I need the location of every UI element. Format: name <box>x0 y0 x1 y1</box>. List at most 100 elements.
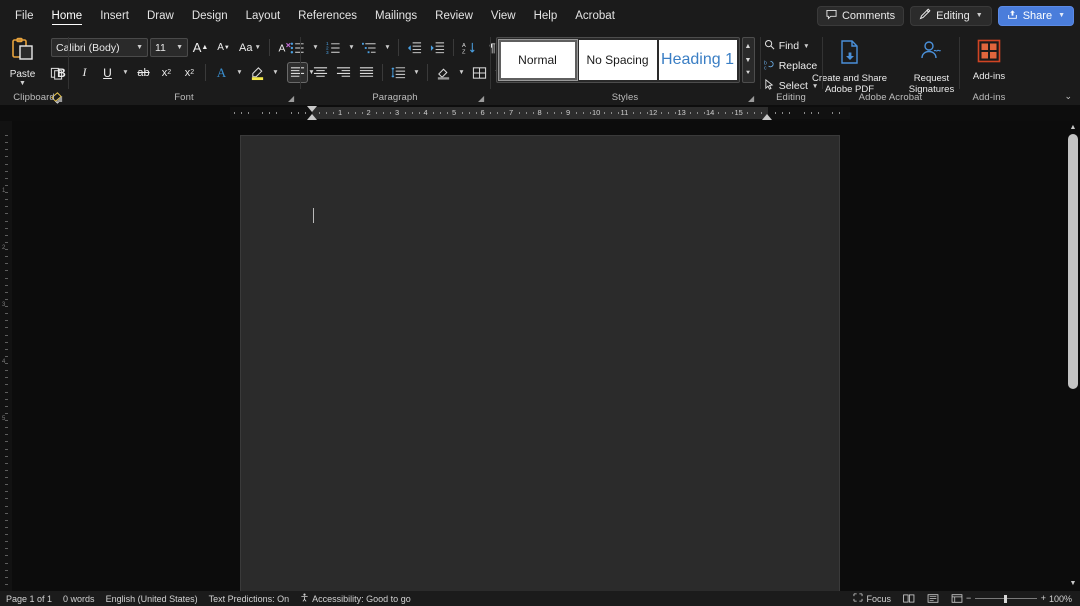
style-tile-normal[interactable]: Normal <box>497 39 578 81</box>
font-size-combobox[interactable]: 11 ▼ <box>150 38 188 57</box>
line-spacing-dropdown[interactable]: ▼ <box>411 62 422 83</box>
scroll-up-icon[interactable]: ▲ <box>1068 123 1078 133</box>
addins-button[interactable]: Add-ins <box>965 36 1013 82</box>
text-effects-dropdown[interactable]: ▼ <box>234 62 245 83</box>
vertical-ruler-minor-tick <box>5 448 8 450</box>
superscript-button[interactable]: x2 <box>179 62 200 83</box>
grow-font-button[interactable]: A ▲ <box>190 37 211 58</box>
bold-button[interactable]: B <box>51 62 72 83</box>
collapse-ribbon-icon[interactable]: ⌄ <box>1064 91 1072 102</box>
vertical-ruler-minor-tick <box>5 441 8 443</box>
scroll-down-icon[interactable]: ▼ <box>1068 579 1078 589</box>
editing-mode-button[interactable]: Editing ▼ <box>910 5 992 26</box>
zoom-level[interactable]: 100% <box>1049 594 1072 604</box>
italic-button[interactable]: I <box>74 62 95 83</box>
chevron-down-icon: ▼ <box>272 69 279 76</box>
change-case-button[interactable]: Aa ▼ <box>236 37 264 58</box>
paste-button[interactable]: Paste ▼ <box>2 36 44 87</box>
align-left-button[interactable] <box>287 62 308 83</box>
styles-scroll-down-icon[interactable]: ▼ <box>743 53 754 67</box>
focus-button[interactable]: Focus <box>853 593 891 604</box>
first-line-indent-marker[interactable] <box>307 106 317 112</box>
tab-acrobat[interactable]: Acrobat <box>566 0 624 31</box>
tab-insert-label: Insert <box>100 9 129 22</box>
tab-draw[interactable]: Draw <box>138 0 183 31</box>
web-layout-button[interactable] <box>951 594 963 603</box>
page-indicator[interactable]: Page 1 of 1 <box>6 594 52 604</box>
underline-dropdown[interactable]: ▼ <box>120 62 131 83</box>
multilevel-list-dropdown[interactable]: ▼ <box>382 37 393 58</box>
zoom-knob[interactable] <box>1003 594 1007 603</box>
underline-button[interactable]: U <box>97 62 118 83</box>
language-indicator[interactable]: English (United States) <box>106 594 198 604</box>
bullets-button[interactable] <box>287 37 308 58</box>
numbering-dropdown[interactable]: ▼ <box>346 37 357 58</box>
styles-more-icon[interactable]: ⯆ <box>743 67 754 81</box>
numbering-button[interactable]: 123 <box>323 37 344 58</box>
share-button[interactable]: Share ▼ <box>997 5 1074 26</box>
read-mode-button[interactable] <box>903 594 915 603</box>
zoom-out-icon[interactable]: − <box>966 593 971 603</box>
left-indent-marker[interactable] <box>307 114 317 120</box>
chevron-down-icon[interactable]: ▼ <box>19 80 26 87</box>
tab-review[interactable]: Review <box>426 0 482 31</box>
align-center-button[interactable] <box>310 62 331 83</box>
decrease-indent-button[interactable] <box>404 37 425 58</box>
sort-button[interactable]: AZ <box>459 37 480 58</box>
find-button[interactable]: Find ▼ <box>761 37 813 55</box>
ruler-tick-label: 7 <box>509 108 514 117</box>
style-tile-no-spacing[interactable]: No Spacing <box>578 40 657 80</box>
subscript-button[interactable]: x2 <box>156 62 177 83</box>
tab-layout-label: Layout <box>245 9 281 22</box>
borders-button[interactable] <box>469 62 490 83</box>
document-page[interactable] <box>240 135 840 606</box>
shading-button[interactable] <box>433 62 454 83</box>
highlight-color-button[interactable] <box>247 62 268 83</box>
zoom-slider[interactable]: − + <box>966 593 1046 604</box>
horizontal-ruler[interactable]: 1 2 3 4 5 6 7 8 9 10 11 12 13 14 15 <box>0 105 1080 121</box>
ruler-minor-tick <box>803 112 805 114</box>
multilevel-list-button[interactable] <box>359 37 380 58</box>
increase-indent-button[interactable] <box>427 37 448 58</box>
ruler-minor-tick <box>247 112 249 114</box>
ruler-minor-tick <box>376 112 378 114</box>
highlight-dropdown[interactable]: ▼ <box>270 62 281 83</box>
line-spacing-button[interactable] <box>388 62 409 83</box>
tab-design[interactable]: Design <box>183 0 237 31</box>
shrink-font-button[interactable]: A ▼ <box>213 37 234 58</box>
tab-help[interactable]: Help <box>525 0 567 31</box>
word-count[interactable]: 0 words <box>63 594 95 604</box>
tab-mailings[interactable]: Mailings <box>366 0 426 31</box>
vertical-ruler[interactable]: 1 2 3 4 5 <box>0 121 12 591</box>
style-tile-heading-1[interactable]: Heading 1 <box>658 40 737 80</box>
text-predictions-indicator[interactable]: Text Predictions: On <box>209 594 290 604</box>
shading-dropdown[interactable]: ▼ <box>456 62 467 83</box>
status-bar-left: Page 1 of 1 0 words English (United Stat… <box>0 593 411 604</box>
pdf-share-icon <box>837 39 863 70</box>
tab-layout[interactable]: Layout <box>237 0 290 31</box>
comments-button[interactable]: Comments <box>816 5 905 26</box>
font-name-combobox[interactable]: Calibri (Body) ▼ <box>51 38 148 57</box>
tab-view[interactable]: View <box>482 0 525 31</box>
tab-file[interactable]: File <box>6 0 43 31</box>
tab-insert[interactable]: Insert <box>91 0 138 31</box>
vertical-scrollbar[interactable]: ▲ ▼ <box>1066 121 1080 591</box>
right-indent-marker[interactable] <box>762 114 772 120</box>
text-effects-button[interactable]: A <box>211 62 232 83</box>
print-layout-button[interactable] <box>927 594 939 603</box>
create-and-share-pdf-button[interactable]: Create and Share Adobe PDF <box>811 36 889 95</box>
zoom-in-icon[interactable]: + <box>1041 593 1046 603</box>
styles-dialog-launcher-icon[interactable]: ◢ <box>748 94 757 103</box>
tab-home[interactable]: Home <box>43 0 92 31</box>
justify-button[interactable] <box>356 62 377 83</box>
bullets-dropdown[interactable]: ▼ <box>310 37 321 58</box>
accessibility-indicator[interactable]: Accessibility: Good to go <box>300 593 411 604</box>
document-canvas[interactable] <box>12 121 1080 606</box>
font-row-1: Calibri (Body) ▼ 11 ▼ A ▲ A ▼ Aa ▼ A <box>51 37 296 58</box>
styles-scroll-up-icon[interactable]: ▲ <box>743 39 754 53</box>
align-right-button[interactable] <box>333 62 354 83</box>
strikethrough-button[interactable]: ab <box>133 62 154 83</box>
paragraph-dialog-launcher-icon[interactable]: ◢ <box>478 94 487 103</box>
tab-references[interactable]: References <box>289 0 366 31</box>
scrollbar-thumb[interactable] <box>1068 134 1078 389</box>
